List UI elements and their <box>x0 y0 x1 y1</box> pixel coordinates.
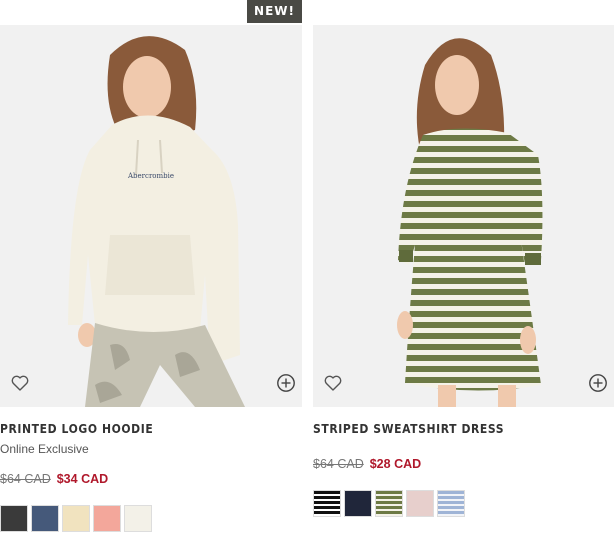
wishlist-heart-icon[interactable] <box>323 373 343 393</box>
quick-add-plus-circle-icon[interactable] <box>588 373 608 393</box>
product-name[interactable]: PRINTED LOGO HOODIE <box>0 422 153 436</box>
color-swatches <box>0 505 152 532</box>
sale-price: $28 CAD <box>369 457 422 471</box>
color-swatch[interactable] <box>375 490 403 517</box>
color-swatch[interactable] <box>313 490 341 517</box>
striped-dress-model-illustration <box>313 25 614 407</box>
color-swatch[interactable] <box>406 490 434 517</box>
original-price: $64 CAD <box>313 457 364 471</box>
new-badge: NEW! <box>247 0 302 23</box>
price-block: $64 CAD $34 CAD <box>0 472 108 486</box>
color-swatch[interactable] <box>93 505 121 532</box>
quick-add-plus-circle-icon[interactable] <box>276 373 296 393</box>
wishlist-heart-icon[interactable] <box>10 373 30 393</box>
color-swatch[interactable] <box>31 505 59 532</box>
color-swatch[interactable] <box>344 490 372 517</box>
sale-price: $34 CAD <box>56 472 109 486</box>
product-name[interactable]: STRIPED SWEATSHIRT DRESS <box>313 422 504 436</box>
color-swatch[interactable] <box>124 505 152 532</box>
original-price: $64 CAD <box>0 472 51 486</box>
hoodie-logo-text: Abercrombie <box>127 172 174 180</box>
color-swatches <box>313 490 465 517</box>
color-swatch[interactable] <box>0 505 28 532</box>
hoodie-model-illustration: Abercrombie <box>0 25 302 407</box>
product-image[interactable] <box>313 25 614 407</box>
price-block: $64 CAD $28 CAD <box>313 457 421 471</box>
color-swatch[interactable] <box>62 505 90 532</box>
color-swatch[interactable] <box>437 490 465 517</box>
product-image[interactable]: Abercrombie <box>0 25 302 407</box>
product-subtitle: Online Exclusive <box>0 442 89 456</box>
